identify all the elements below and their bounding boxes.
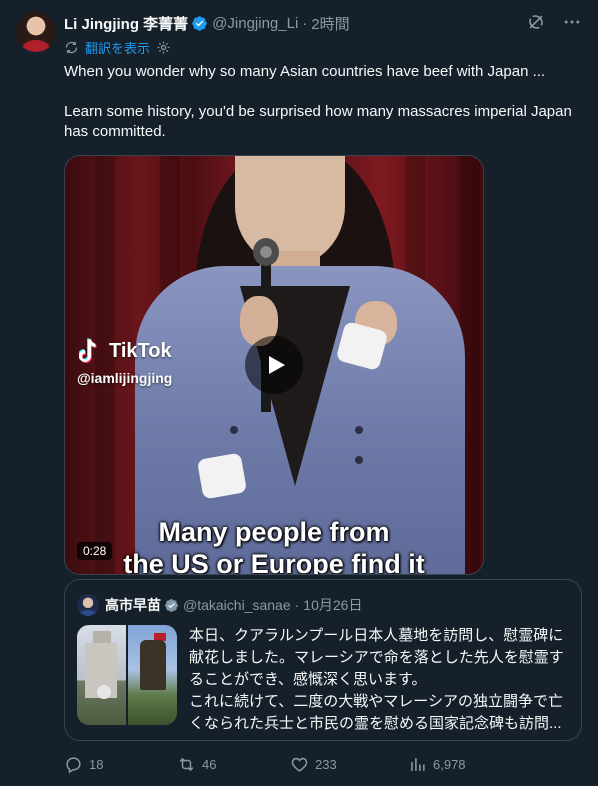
quoted-separator: · <box>294 597 300 613</box>
author-display-name[interactable]: Li Jingjing 李菁菁 <box>64 13 188 34</box>
reply-icon <box>66 756 81 773</box>
quoted-author-handle[interactable]: @takaichi_sanae <box>183 597 291 613</box>
tiktok-icon <box>79 338 97 363</box>
action-bar: 18 46 233 6,978 <box>64 752 586 776</box>
views-icon <box>411 757 425 771</box>
quoted-author-name[interactable]: 高市早苗 <box>105 595 161 615</box>
like-count: 233 <box>315 756 337 772</box>
translate-link[interactable]: 翻訳を表示 <box>85 38 150 57</box>
play-icon <box>269 356 285 374</box>
play-button[interactable] <box>245 336 303 394</box>
reply-button[interactable]: 18 <box>64 755 177 774</box>
tweet-text: When you wonder why so many Asian countr… <box>64 63 572 140</box>
retweet-button[interactable]: 46 <box>177 755 290 774</box>
quoted-tweet-header: 高市早苗 @takaichi_sanae · 10月26日 <box>77 594 362 616</box>
quoted-tweet[interactable]: 高市早苗 @takaichi_sanae · 10月26日 本日、クアラルンプー… <box>64 579 582 741</box>
quoted-image-memorial[interactable] <box>77 625 126 725</box>
tiktok-brand: TikTok <box>109 339 172 362</box>
reply-count: 18 <box>89 756 104 772</box>
quoted-tweet-media[interactable] <box>77 625 177 725</box>
video-duration: 0:28 <box>77 542 113 560</box>
verified-badge-icon[interactable] <box>191 15 208 32</box>
author-avatar[interactable] <box>16 12 56 52</box>
video-player[interactable]: TikTok @iamlijingjing Many people from t… <box>64 155 484 575</box>
tiktok-handle: @iamlijingjing <box>77 370 173 386</box>
header-separator: · <box>302 14 308 32</box>
video-caption: Many people from the US or Europe find i… <box>123 517 425 575</box>
translate-icon <box>65 41 78 54</box>
quoted-tweet-text: 本日、クアラルンプール日本人墓地を訪問し、慰霊碑に献花しました。マレーシアで命を… <box>189 627 564 732</box>
microphone <box>253 238 279 266</box>
tweet-time[interactable]: 2時間 <box>311 13 349 34</box>
tweet: Li Jingjing 李菁菁 @Jingjing_Li · 2時間 翻訳を表示… <box>0 0 598 786</box>
heart-icon <box>291 757 308 772</box>
quoted-tweet-time[interactable]: 10月26日 <box>303 595 362 615</box>
header-icons <box>526 12 582 32</box>
views-count: 6,978 <box>433 756 466 772</box>
grok-icon[interactable] <box>526 12 546 32</box>
more-icon[interactable] <box>562 12 582 32</box>
quoted-image-national-monument[interactable] <box>128 625 177 725</box>
translate-row: 翻訳を表示 <box>64 38 171 57</box>
quoted-verified-badge-icon <box>165 598 178 612</box>
like-button[interactable]: 233 <box>290 755 408 774</box>
author-handle[interactable]: @Jingjing_Li <box>212 15 298 32</box>
gear-icon[interactable] <box>156 40 171 55</box>
quoted-author-avatar[interactable] <box>77 594 99 616</box>
views-button[interactable]: 6,978 <box>408 755 528 774</box>
tweet-header: Li Jingjing 李菁菁 @Jingjing_Li · 2時間 <box>64 12 582 34</box>
retweet-count: 46 <box>202 756 217 772</box>
tiktok-watermark: TikTok <box>79 338 172 364</box>
retweet-icon <box>179 757 194 771</box>
